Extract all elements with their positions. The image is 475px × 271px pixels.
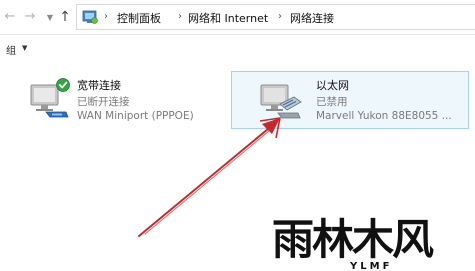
connection-device: WAN Miniport (PPPOE) [77,110,194,122]
breadcrumb-separator-icon[interactable]: › [104,11,108,22]
breadcrumb-control-panel[interactable]: 控制面板 [117,10,161,26]
svg-text:YLMF: YLMF [349,261,392,271]
breadcrumb-network-internet[interactable]: 网络和 Internet [188,10,268,26]
connection-item-ethernet[interactable]: 以太网 已禁用 Marvell Yukon 88E8055 ... [231,71,469,129]
up-arrow-icon[interactable]: ↑ [57,9,73,25]
back-arrow-icon[interactable]: ← [2,9,18,25]
connection-status: 已断开连接 [77,96,130,108]
connection-status: 已禁用 [316,96,348,108]
connection-name: 宽带连接 [77,79,121,92]
address-bar[interactable]: › 控制面板 › 网络和 Internet › 网络连接 [76,4,475,30]
network-adapter-icon [30,78,70,118]
breadcrumb-separator-icon[interactable]: › [278,11,282,22]
organize-dropdown-icon[interactable]: ▼ [22,44,27,52]
recent-locations-chevron-icon[interactable]: ▼ [42,10,58,26]
svg-text:雨林木风: 雨林木风 [272,215,434,264]
forward-arrow-icon[interactable]: → [22,9,38,25]
toolbar-divider [0,34,475,35]
navigation-bar: ← → ▼ ↑ › 控制面板 › 网络和 Internet › 网络连接 [0,0,475,34]
connection-item-broadband[interactable]: 宽带连接 已断开连接 WAN Miniport (PPPOE) [22,72,222,128]
ethernet-adapter-icon [260,84,302,119]
breadcrumb-network-connections[interactable]: 网络连接 [290,10,334,26]
connection-device: Marvell Yukon 88E8055 ... [316,110,452,122]
control-panel-icon [82,10,98,24]
breadcrumb-separator-icon[interactable]: › [178,11,182,22]
ylmf-watermark-logo: 雨林木风 YLMF [272,215,436,271]
organize-menu-label[interactable]: 组 [6,42,16,57]
connection-name: 以太网 [316,79,349,92]
